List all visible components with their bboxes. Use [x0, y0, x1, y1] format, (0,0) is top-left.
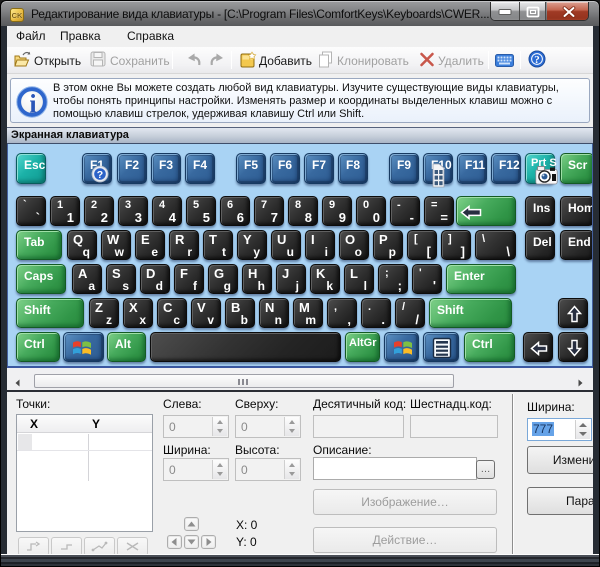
svg-text:i: i [29, 90, 36, 119]
svg-text:?: ? [97, 169, 103, 181]
svg-text:?: ? [534, 54, 540, 66]
